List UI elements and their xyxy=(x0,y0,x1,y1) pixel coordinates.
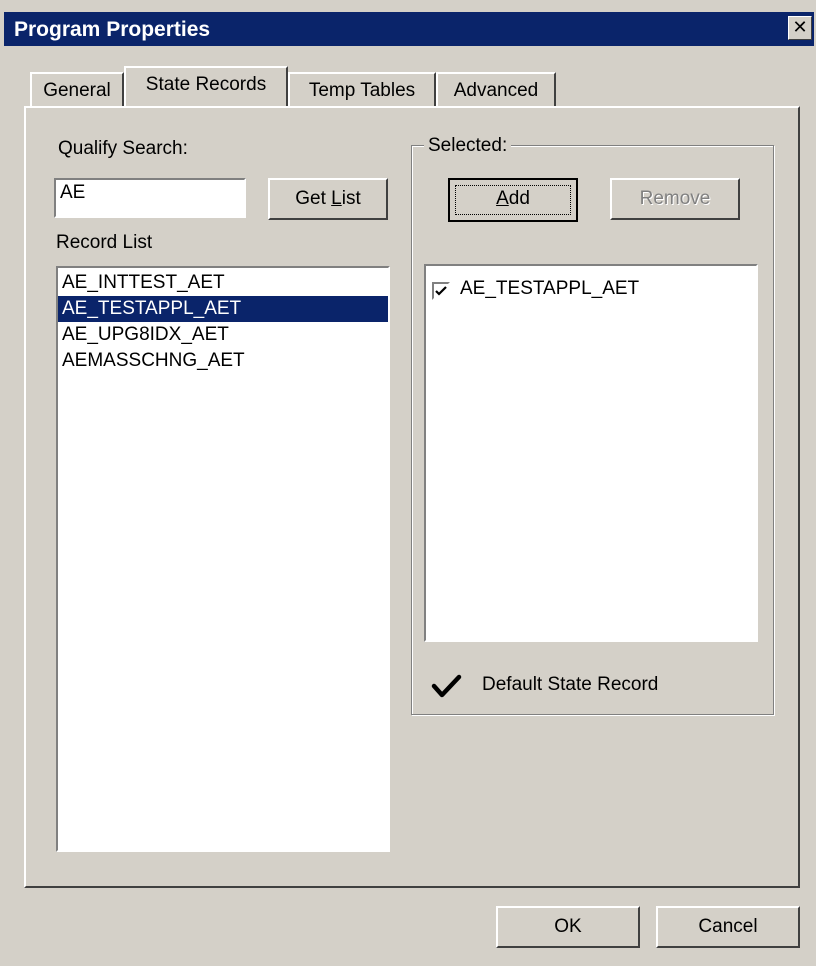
tab-general-label: General xyxy=(43,80,111,101)
add-button[interactable]: Add xyxy=(448,178,578,222)
close-button[interactable]: ✕ xyxy=(788,16,812,40)
tab-temp-tables[interactable]: Temp Tables xyxy=(288,72,436,106)
tab-general[interactable]: General xyxy=(30,72,124,106)
get-list-button[interactable]: Get List xyxy=(268,178,388,220)
close-icon: ✕ xyxy=(792,17,808,37)
list-item[interactable]: AE_TESTAPPL_AET xyxy=(58,296,388,322)
get-list-suffix: ist xyxy=(341,188,361,209)
qualify-search-value: AE xyxy=(60,182,86,203)
cancel-label: Cancel xyxy=(698,916,758,937)
ok-button[interactable]: OK xyxy=(496,906,640,948)
list-item[interactable]: AE_UPG8IDX_AET xyxy=(58,322,388,348)
tab-state-records[interactable]: State Records xyxy=(124,66,288,106)
checkmark-icon xyxy=(435,286,447,296)
window-title: Program Properties xyxy=(14,18,211,41)
ok-label: OK xyxy=(554,916,582,937)
list-item[interactable]: AEMASSCHNG_AET xyxy=(58,348,388,374)
cancel-button[interactable]: Cancel xyxy=(656,906,800,948)
remove-label: Remove xyxy=(639,188,711,209)
record-list[interactable]: AE_INTTEST_AET AE_TESTAPPL_AET AE_UPG8ID… xyxy=(56,266,390,852)
tab-advanced-label: Advanced xyxy=(453,80,539,101)
selected-item-checkbox[interactable] xyxy=(432,282,450,300)
remove-button[interactable]: Remove xyxy=(610,178,740,220)
get-list-prefix: Get xyxy=(295,188,332,209)
selected-list[interactable]: AE_TESTAPPL_AET xyxy=(424,264,758,642)
qualify-search-input[interactable]: AE xyxy=(54,178,246,218)
get-list-accel: L xyxy=(331,188,342,209)
tab-temp-tables-label: Temp Tables xyxy=(308,80,416,101)
title-bar: Program Properties ✕ xyxy=(4,12,814,46)
tab-advanced[interactable]: Advanced xyxy=(436,72,556,106)
tab-state-records-label: State Records xyxy=(145,74,267,95)
selected-item-label: AE_TESTAPPL_AET xyxy=(460,278,640,299)
focus-rect xyxy=(455,185,571,215)
list-item[interactable]: AE_INTTEST_AET xyxy=(58,270,388,296)
